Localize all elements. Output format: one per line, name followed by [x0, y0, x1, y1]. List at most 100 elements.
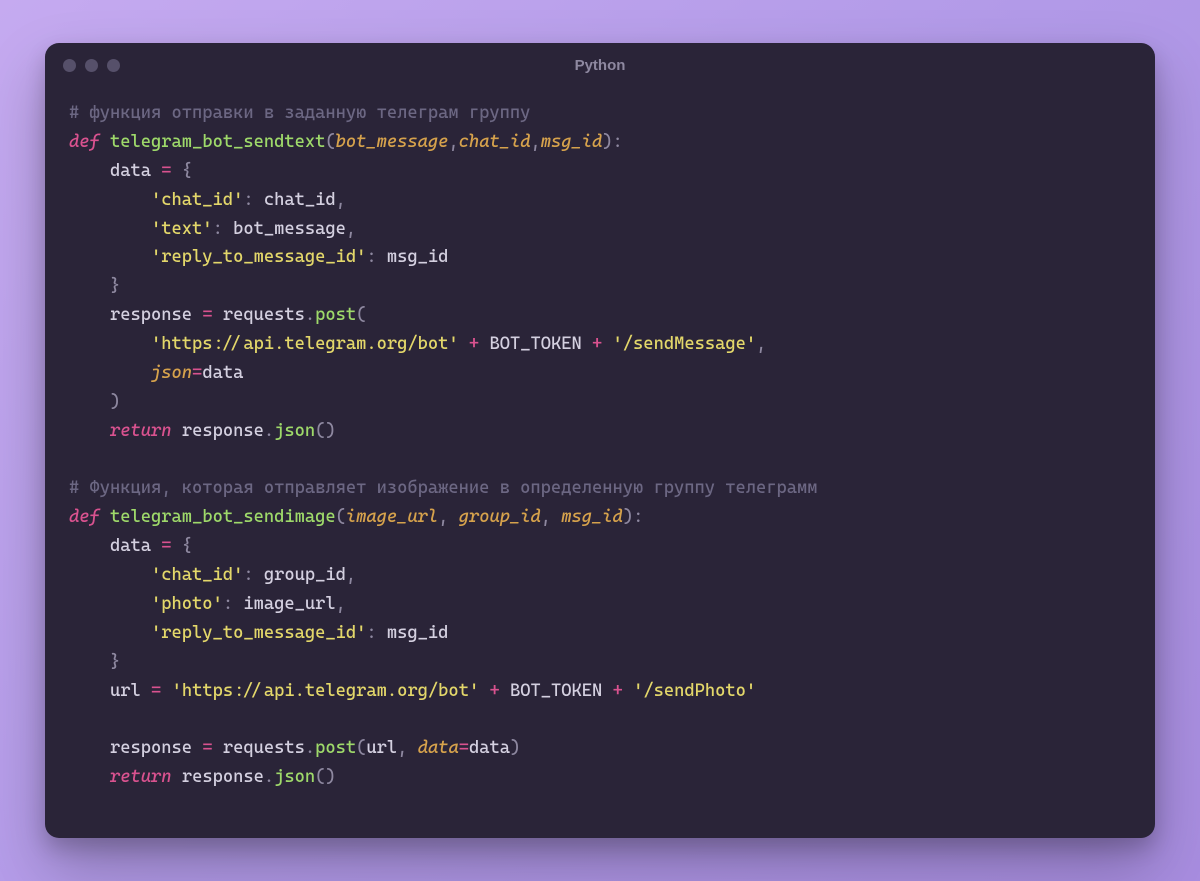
- punct: ): [325, 767, 335, 787]
- punct: ,: [438, 507, 448, 527]
- method: post: [315, 738, 356, 758]
- operator: +: [489, 681, 499, 701]
- maximize-icon[interactable]: [107, 59, 120, 72]
- string: 'https://api.telegram.org/bot': [172, 681, 480, 701]
- window-title: Python: [45, 57, 1155, 74]
- string: 'https://api.telegram.org/bot': [151, 334, 459, 354]
- operator: =: [161, 536, 171, 556]
- punct: .: [305, 305, 315, 325]
- punct: ,: [448, 132, 458, 152]
- punct: (: [315, 421, 325, 441]
- punct: ): [510, 738, 520, 758]
- constant: BOT_TOKEN: [510, 681, 602, 701]
- method: json: [274, 767, 315, 787]
- punct: ): [623, 507, 633, 527]
- punct: (: [356, 738, 366, 758]
- punct: ,: [336, 594, 346, 614]
- punct: ): [110, 392, 120, 412]
- close-icon[interactable]: [63, 59, 76, 72]
- variable: data: [110, 161, 151, 181]
- variable: group_id: [264, 565, 346, 585]
- param: msg_id: [561, 507, 623, 527]
- code-editor[interactable]: # функция отправки в заданную телеграм г…: [45, 87, 1155, 816]
- brace: }: [110, 652, 120, 672]
- punct: :: [366, 247, 376, 267]
- variable: response: [182, 421, 264, 441]
- kwarg: data: [418, 738, 459, 758]
- punct: (: [336, 507, 346, 527]
- variable: chat_id: [264, 190, 336, 210]
- variable: bot_message: [233, 219, 346, 239]
- operator: =: [459, 738, 469, 758]
- variable: data: [469, 738, 510, 758]
- function-name: telegram_bot_sendimage: [110, 507, 336, 527]
- minimize-icon[interactable]: [85, 59, 98, 72]
- brace: {: [182, 536, 192, 556]
- string: '/sendPhoto': [633, 681, 756, 701]
- param: msg_id: [541, 132, 603, 152]
- punct: :: [613, 132, 623, 152]
- string: 'reply_to_message_id': [151, 623, 366, 643]
- variable: response: [110, 305, 192, 325]
- module: requests: [223, 305, 305, 325]
- punct: ,: [346, 565, 356, 585]
- punct: ,: [397, 738, 407, 758]
- variable: data: [110, 536, 151, 556]
- string: '/sendMessage': [613, 334, 757, 354]
- param: bot_message: [336, 132, 449, 152]
- punct: ,: [756, 334, 766, 354]
- punct: .: [264, 767, 274, 787]
- kwarg: json: [151, 363, 192, 383]
- punct: :: [243, 190, 253, 210]
- variable: msg_id: [387, 623, 449, 643]
- punct: :: [213, 219, 223, 239]
- punct: :: [633, 507, 643, 527]
- punct: (: [325, 132, 335, 152]
- punct: .: [305, 738, 315, 758]
- operator: =: [151, 681, 161, 701]
- punct: :: [223, 594, 233, 614]
- constant: BOT_TOKEN: [489, 334, 581, 354]
- method: json: [274, 421, 315, 441]
- string: 'chat_id': [151, 565, 243, 585]
- keyword-def: def: [69, 132, 100, 152]
- punct: ): [325, 421, 335, 441]
- operator: +: [613, 681, 623, 701]
- param: group_id: [459, 507, 541, 527]
- brace: {: [182, 161, 192, 181]
- variable: url: [366, 738, 397, 758]
- variable: url: [110, 681, 141, 701]
- string: 'photo': [151, 594, 223, 614]
- punct: ,: [530, 132, 540, 152]
- method: post: [315, 305, 356, 325]
- variable: response: [182, 767, 264, 787]
- operator: =: [202, 305, 212, 325]
- punct: (: [315, 767, 325, 787]
- brace: }: [110, 276, 120, 296]
- param: chat_id: [459, 132, 531, 152]
- titlebar: Python: [45, 43, 1155, 87]
- variable: data: [202, 363, 243, 383]
- string: 'text': [151, 219, 213, 239]
- keyword-return: return: [110, 767, 172, 787]
- module: requests: [223, 738, 305, 758]
- function-name: telegram_bot_sendtext: [110, 132, 325, 152]
- code-comment: # функция отправки в заданную телеграм г…: [69, 103, 530, 123]
- variable: response: [110, 738, 192, 758]
- code-window: Python # функция отправки в заданную тел…: [45, 43, 1155, 838]
- punct: :: [243, 565, 253, 585]
- keyword-def: def: [69, 507, 100, 527]
- punct: .: [264, 421, 274, 441]
- keyword-return: return: [110, 421, 172, 441]
- punct: ,: [541, 507, 551, 527]
- operator: =: [161, 161, 171, 181]
- string: 'reply_to_message_id': [151, 247, 366, 267]
- punct: :: [366, 623, 376, 643]
- punct: (: [356, 305, 366, 325]
- code-comment: # Функция, которая отправляет изображени…: [69, 478, 818, 498]
- operator: +: [592, 334, 602, 354]
- variable: msg_id: [387, 247, 449, 267]
- param: image_url: [346, 507, 438, 527]
- string: 'chat_id': [151, 190, 243, 210]
- operator: =: [202, 738, 212, 758]
